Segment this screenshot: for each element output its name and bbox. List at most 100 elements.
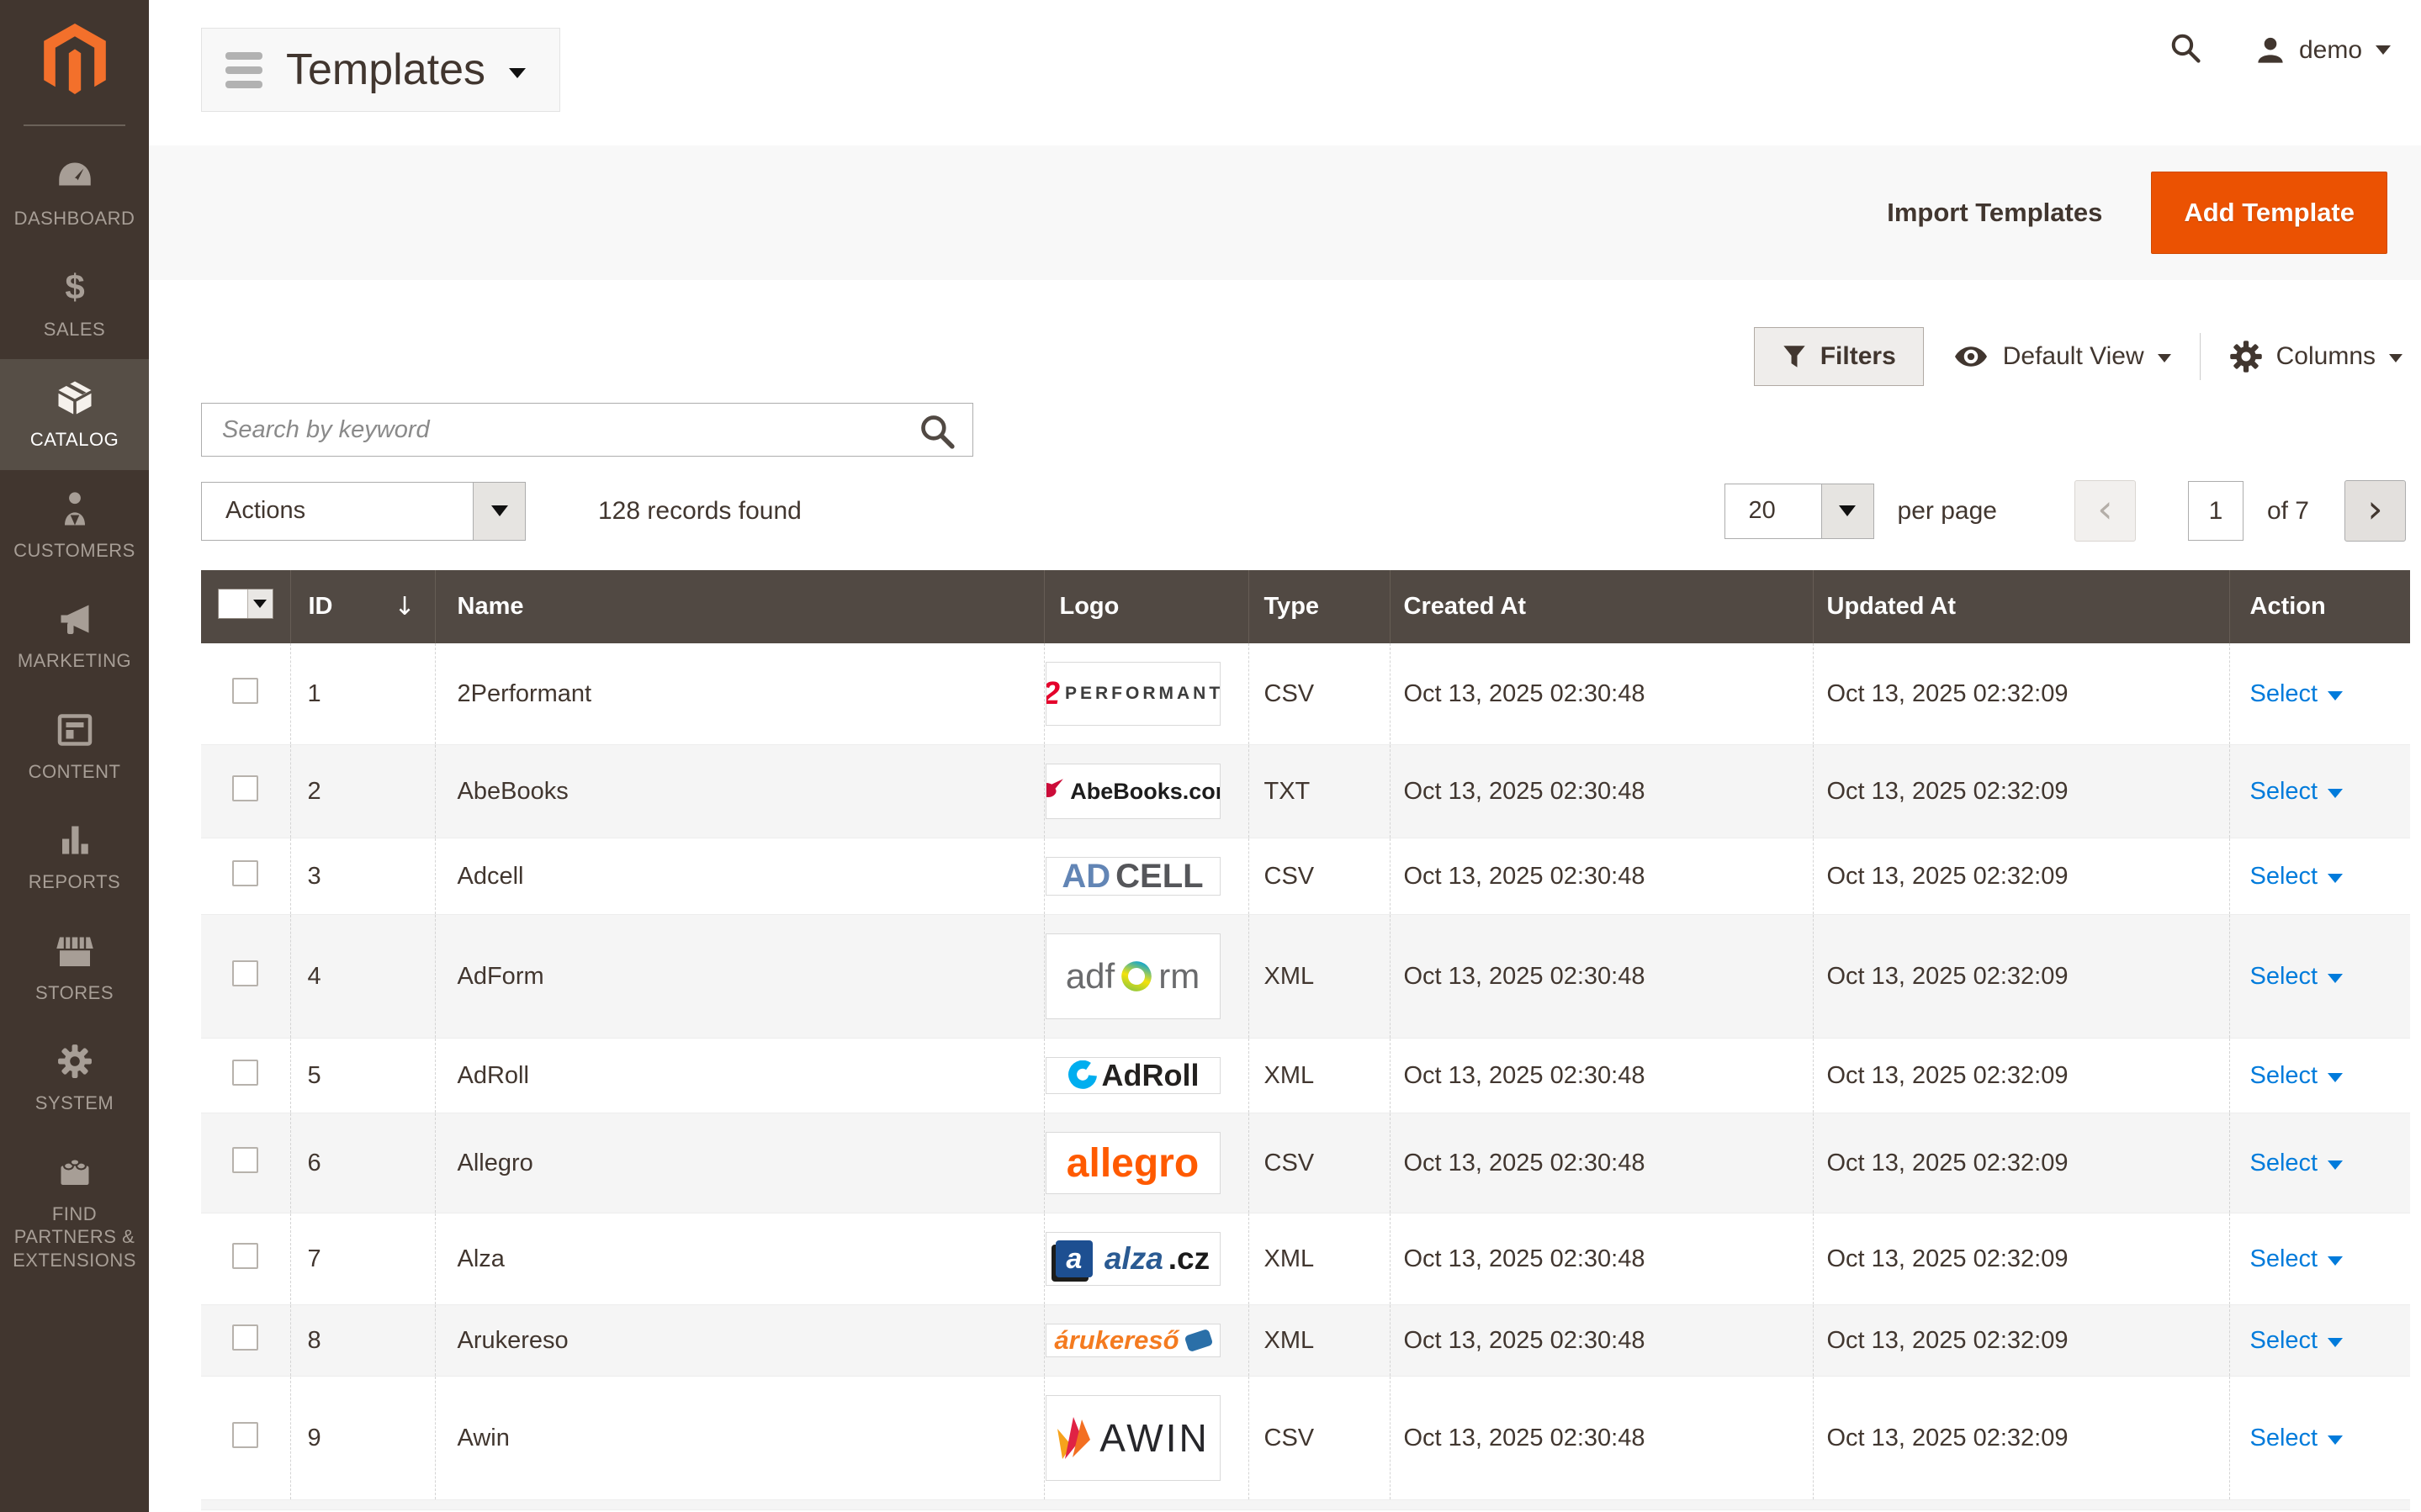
brand-logo-2performant: 2PERFORMANT	[1046, 662, 1221, 726]
keyword-search-row	[201, 403, 2406, 457]
table-row: 9 Awin AWIN CSV Oct 13, 2025 02:30:48 Oc…	[201, 1377, 2410, 1500]
cell-id: 1	[290, 643, 435, 745]
user-icon	[2255, 35, 2286, 66]
cell-updated-at: Oct 13, 2025 02:32:09	[1813, 643, 2229, 745]
cell-created-at: Oct 13, 2025 02:30:48	[1390, 1213, 1813, 1305]
column-header-logo[interactable]: Logo	[1044, 570, 1248, 643]
per-page-dropdown[interactable]: 20	[1724, 484, 1874, 539]
select-action-link[interactable]: Select	[2250, 778, 2344, 806]
brand-logo-allegro: allegro	[1046, 1132, 1221, 1194]
chevron-down-icon	[2328, 1256, 2343, 1266]
chevron-down-icon	[247, 589, 273, 618]
column-header-id[interactable]: ID↓	[290, 570, 435, 643]
cell-updated-at: Oct 13, 2025 02:32:09	[1813, 1305, 2229, 1377]
row-checkbox[interactable]	[232, 1243, 258, 1269]
alza-icon: a	[1056, 1240, 1093, 1277]
cell-updated-at: Oct 13, 2025 02:32:09	[1813, 838, 2229, 915]
import-templates-button[interactable]: Import Templates	[1887, 198, 2102, 228]
cell-type: XML	[1248, 1213, 1390, 1305]
cell-id: 2	[290, 745, 435, 838]
sidebar-item-system[interactable]: SYSTEM	[0, 1023, 149, 1134]
select-action-link[interactable]: Select	[2250, 963, 2344, 991]
sidebar-divider	[24, 124, 125, 126]
sidebar-item-reports[interactable]: REPORTS	[0, 801, 149, 912]
flame-icon	[1056, 1414, 1094, 1462]
column-header-action[interactable]: Action	[2229, 570, 2410, 643]
select-action-link[interactable]: Select	[2250, 1327, 2344, 1355]
select-action-link[interactable]: Select	[2250, 1425, 2344, 1452]
svg-text:$: $	[65, 269, 84, 306]
customers-icon	[5, 490, 144, 534]
row-checkbox[interactable]	[232, 860, 258, 886]
previous-page-button[interactable]: ‹	[2074, 480, 2136, 542]
select-action-link[interactable]: Select	[2250, 1150, 2344, 1177]
logo-text: AWIN	[1099, 1415, 1209, 1461]
actions-dropdown[interactable]: Actions	[201, 482, 526, 541]
admin-user-menu[interactable]: demo	[2255, 35, 2391, 66]
cell-created-at: Oct 13, 2025 02:30:48	[1390, 838, 1813, 915]
default-view-dropdown[interactable]: Default View	[1952, 342, 2171, 371]
filters-button[interactable]: Filters	[1754, 327, 1924, 386]
row-checkbox[interactable]	[232, 1422, 258, 1448]
sidebar-item-marketing[interactable]: MARKETING	[0, 580, 149, 691]
page-title-menu[interactable]: Templates	[201, 28, 560, 112]
select-all-dropdown[interactable]	[218, 589, 273, 619]
row-checkbox[interactable]	[232, 1324, 258, 1351]
system-icon	[5, 1043, 144, 1086]
select-action-link[interactable]: Select	[2250, 680, 2344, 708]
table-row-partial	[201, 1500, 2410, 1510]
logo-text: AD	[1062, 858, 1110, 896]
table-row: 1 2Performant 2PERFORMANT CSV Oct 13, 20…	[201, 643, 2410, 745]
chevron-down-icon	[2328, 1338, 2343, 1347]
chevron-down-icon	[2328, 974, 2343, 983]
cell-id: 7	[290, 1213, 435, 1305]
column-header-updated-at[interactable]: Updated At	[1813, 570, 2229, 643]
logo-text: AbeBooks.com	[1070, 779, 1220, 805]
cell-name: Allegro	[435, 1113, 1044, 1213]
cell-created-at: Oct 13, 2025 02:30:48	[1390, 1113, 1813, 1213]
sidebar-item-catalog[interactable]: CATALOG	[0, 359, 149, 470]
cell-created-at: Oct 13, 2025 02:30:48	[1390, 745, 1813, 838]
row-checkbox[interactable]	[232, 1147, 258, 1173]
sort-descending-icon: ↓	[394, 592, 415, 621]
row-checkbox[interactable]	[232, 960, 258, 986]
sidebar-item-stores[interactable]: STORES	[0, 912, 149, 1023]
next-page-button[interactable]: ›	[2344, 480, 2406, 542]
column-header-type[interactable]: Type	[1248, 570, 1390, 643]
chevron-down-icon	[2328, 874, 2343, 883]
select-action-link[interactable]: Select	[2250, 1062, 2344, 1090]
row-checkbox[interactable]	[232, 1060, 258, 1086]
search-submit-icon[interactable]	[914, 412, 961, 453]
column-header-created-at[interactable]: Created At	[1390, 570, 1813, 643]
swirl-icon	[1067, 1060, 1097, 1091]
select-all-checkbox[interactable]	[219, 589, 247, 618]
add-template-button[interactable]: Add Template	[2151, 172, 2387, 254]
sidebar-item-customers[interactable]: CUSTOMERS	[0, 470, 149, 581]
sidebar-item-dashboard[interactable]: DASHBOARD	[0, 138, 149, 249]
column-header-name[interactable]: Name	[435, 570, 1044, 643]
cell-type: CSV	[1248, 643, 1390, 745]
select-action-link[interactable]: Select	[2250, 1245, 2344, 1273]
cell-type: XML	[1248, 915, 1390, 1039]
cell-id: 4	[290, 915, 435, 1039]
magento-logo[interactable]	[0, 0, 149, 118]
search-input[interactable]	[202, 404, 972, 456]
row-checkbox[interactable]	[232, 775, 258, 801]
menu-icon	[225, 52, 262, 88]
select-action-link[interactable]: Select	[2250, 863, 2344, 891]
sidebar-item-sales[interactable]: $ SALES	[0, 249, 149, 360]
columns-dropdown[interactable]: Columns	[2229, 340, 2402, 373]
sidebar-item-content[interactable]: CONTENT	[0, 691, 149, 802]
sidebar-item-find[interactable]: FIND PARTNERS & EXTENSIONS	[0, 1134, 149, 1291]
page-actions-bar: Import Templates Add Template	[149, 145, 2421, 280]
cell-created-at: Oct 13, 2025 02:30:48	[1390, 1305, 1813, 1377]
search-icon[interactable]	[2169, 32, 2201, 68]
reports-icon	[5, 822, 144, 865]
chevron-down-icon	[2389, 354, 2402, 362]
table-row: 7 Alza aalza.cz XML Oct 13, 2025 02:30:4…	[201, 1213, 2410, 1305]
sidebar-nav: DASHBOARD $ SALES CATALOG CUSTOMERS MARK…	[0, 138, 149, 1290]
extensions-icon	[5, 1154, 144, 1197]
tag-icon	[1184, 1329, 1213, 1352]
page-number-input[interactable]	[2188, 481, 2244, 541]
row-checkbox[interactable]	[232, 678, 258, 704]
